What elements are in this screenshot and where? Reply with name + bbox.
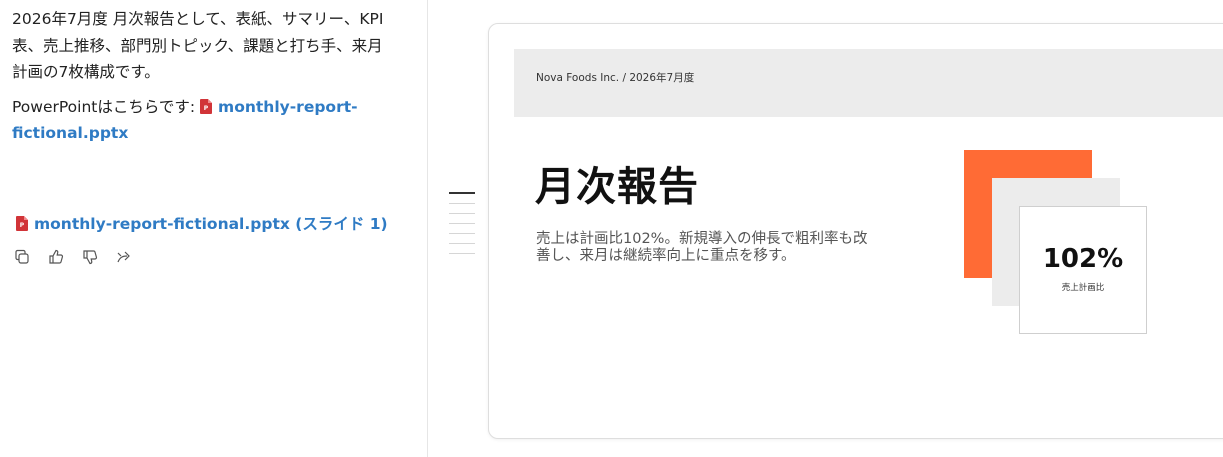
slide-thumb-3[interactable] xyxy=(449,213,475,214)
slide-thumb-2[interactable] xyxy=(449,203,475,204)
message-text: 2026年7月度 月次報告として、表紙、サマリー、KPI表、売上推移、部門別トピ… xyxy=(12,10,384,81)
pptx-file-icon: P xyxy=(16,216,28,231)
link-line: PowerPointはこちらです: Pmonthly-report-fictio… xyxy=(12,94,392,147)
slide-thumb-6[interactable] xyxy=(449,243,475,244)
copy-icon[interactable] xyxy=(14,249,30,265)
thumbs-down-icon[interactable] xyxy=(82,249,98,265)
slide-thumb-7[interactable] xyxy=(449,253,475,254)
slide-body-text: 売上は計画比102%。新規導入の伸長で粗利率も改善し、来月は継続率向上に重点を移… xyxy=(536,231,868,264)
kpi-value: 102% xyxy=(1042,244,1124,274)
slide-preview[interactable]: Nova Foods Inc. / 2026年7月度 月次報告 売上は計画比10… xyxy=(488,23,1223,439)
slide-header-band: Nova Foods Inc. / 2026年7月度 xyxy=(514,49,1223,117)
pptx-file-icon: P xyxy=(200,98,213,114)
kpi-card: 102% 売上計画比 xyxy=(1019,206,1147,334)
slide-thumb-4[interactable] xyxy=(449,223,475,224)
slide-header-text: Nova Foods Inc. / 2026年7月度 xyxy=(536,72,695,84)
link-prefix: PowerPointはこちらです: xyxy=(12,97,201,116)
slide-thumb-5[interactable] xyxy=(449,233,475,234)
message-actions xyxy=(14,249,132,265)
share-icon[interactable] xyxy=(116,249,132,265)
slide-thumb-1[interactable] xyxy=(449,192,475,194)
attachment-link[interactable]: Pmonthly-report-fictional.pptx (スライド 1) xyxy=(16,215,388,233)
thumbs-up-icon[interactable] xyxy=(48,249,64,265)
assistant-message: 2026年7月度 月次報告として、表紙、サマリー、KPI表、売上推移、部門別トピ… xyxy=(12,6,392,155)
svg-text:P: P xyxy=(20,222,25,229)
slide-title: 月次報告 xyxy=(535,164,699,210)
slide-thumbnail-nav xyxy=(449,192,475,263)
kpi-label: 売上計画比 xyxy=(1061,283,1105,293)
chat-panel: 2026年7月度 月次報告として、表紙、サマリー、KPI表、売上推移、部門別トピ… xyxy=(0,0,428,457)
attachment-row: Pmonthly-report-fictional.pptx (スライド 1) xyxy=(16,212,388,236)
attachment-label: monthly-report-fictional.pptx (スライド 1) xyxy=(34,215,388,233)
svg-text:P: P xyxy=(204,105,209,112)
